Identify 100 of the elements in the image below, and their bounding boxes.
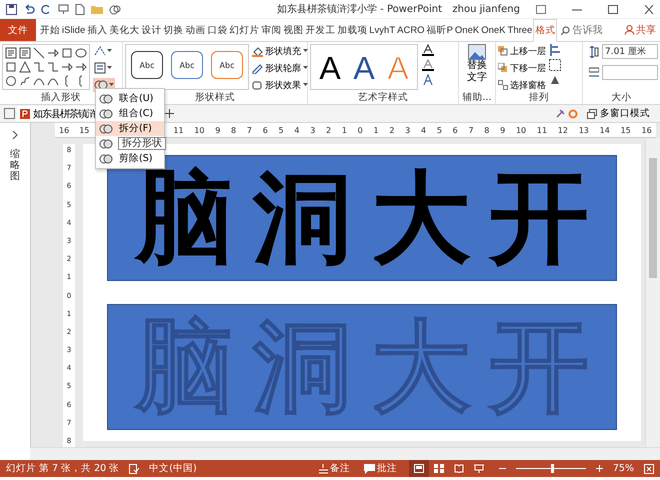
merge-shapes-icon	[99, 138, 113, 150]
menu-item[interactable]: 拆分(F)	[96, 121, 164, 136]
width-icon	[589, 66, 599, 78]
group-label: 插入形状	[41, 92, 81, 104]
edit-points-icon	[94, 45, 106, 57]
ribbon-tab[interactable]: OneK	[480, 19, 507, 41]
ribbon-tab[interactable]: 幻灯片	[228, 19, 260, 41]
triangle-shape-icon	[19, 61, 31, 73]
window-title: 如东县栟茶镇浒澪小学 - PowerPoint	[277, 2, 442, 16]
projector-screen-icon	[474, 464, 484, 473]
maximize-icon	[608, 4, 618, 14]
rotate-icon	[549, 74, 561, 86]
comments-button[interactable]: 批注	[362, 462, 399, 475]
ribbon-tab[interactable]: 审阅	[260, 19, 282, 41]
ribbon-tab[interactable]: 美化大	[108, 19, 140, 41]
shape-style-preset[interactable]: Abc	[131, 51, 163, 79]
group-label: 艺术字样式	[358, 92, 408, 104]
fit-slide-icon	[644, 464, 654, 474]
align-icon	[549, 44, 561, 56]
horizontal-scrollbar[interactable]	[30, 447, 660, 460]
vertical-scrollbar[interactable]	[645, 138, 660, 447]
presentation-icon	[58, 4, 69, 14]
menu-item[interactable]: 组合(C)	[96, 106, 164, 121]
zoom-level[interactable]: 75%	[612, 463, 634, 474]
ribbon-tab[interactable]: 视图	[282, 19, 304, 41]
rectangle-shape-icon	[5, 61, 17, 73]
merge-shapes-icon	[99, 152, 113, 164]
group-label: 形状样式	[195, 92, 235, 104]
book-icon	[454, 464, 464, 473]
slide-counter: 幻灯片 第 7 张，共 20 张	[6, 462, 120, 475]
wordart-preset[interactable]: A	[319, 50, 341, 84]
ribbon-tab[interactable]: 切换	[162, 19, 184, 41]
user-name: zhou jianfeng	[452, 4, 520, 14]
view-button[interactable]	[408, 460, 429, 477]
wordart-preset[interactable]: A	[353, 50, 375, 84]
text-box-button[interactable]	[93, 61, 115, 75]
shape-gallery[interactable]	[2, 44, 90, 90]
shape-style-preset[interactable]: Abc	[211, 51, 243, 79]
merge-shapes-icon	[99, 108, 113, 120]
bring-forward-icon	[498, 46, 508, 56]
width-field[interactable]	[602, 65, 658, 80]
person-icon	[625, 25, 634, 35]
tell-me-field[interactable]: 告诉我	[572, 24, 608, 36]
edit-shape-button[interactable]	[93, 44, 115, 58]
ribbon-tab[interactable]: 格式	[533, 19, 558, 42]
ribbon-tab[interactable]: 加载项	[336, 19, 368, 41]
text-box-icon	[19, 47, 31, 59]
share-button[interactable]: 共享	[621, 19, 660, 41]
paint-bucket-icon	[252, 46, 263, 56]
gear-icon	[568, 108, 578, 118]
ribbon-tab[interactable]: 开始	[39, 19, 61, 41]
alt-text-button[interactable]: 替换文字	[463, 44, 491, 84]
ribbon-tab[interactable]: 动画	[184, 19, 206, 41]
thumbnails-icon	[4, 108, 15, 119]
line-shape-icon	[33, 47, 45, 59]
overlap-shapes-icon	[109, 4, 121, 14]
page-icon	[75, 4, 85, 14]
shape-effects-icon	[252, 80, 263, 90]
text-fill-icon	[421, 44, 435, 56]
plus-icon	[165, 109, 174, 118]
ribbon-tab[interactable]: 插入	[86, 19, 108, 41]
oval-shape-icon	[75, 47, 87, 59]
arrange-command[interactable]: 下移一层	[498, 61, 546, 75]
zoom-thumb[interactable]	[550, 464, 554, 473]
tooltip: 拆分形状	[118, 137, 166, 150]
folder-icon	[91, 4, 103, 14]
ribbon-tab[interactable]: Three	[506, 19, 534, 41]
shape-format-command[interactable]: 形状轮廓	[252, 61, 308, 75]
multi-window-button[interactable]: 多窗口模式	[581, 106, 656, 121]
arrange-command[interactable]: 选择窗格	[498, 78, 546, 92]
thumbnail-pane-label[interactable]: 缩略图	[10, 149, 20, 182]
shape-format-command[interactable]: 形状填充	[252, 44, 308, 58]
height-field[interactable]: 7.01 厘米	[602, 44, 658, 59]
expand-icon	[12, 131, 18, 139]
text-effects-icon	[421, 74, 435, 86]
new-tab-button[interactable]	[163, 109, 176, 118]
normal-view-icon	[414, 464, 424, 473]
caret-icon	[303, 66, 308, 70]
group-icon	[549, 59, 561, 71]
zoom-in-icon	[596, 465, 603, 472]
language-indicator[interactable]: 中文(中国)	[149, 462, 197, 475]
ribbon-tab[interactable]: 福昕P	[426, 19, 454, 41]
merge-shapes-icon	[99, 92, 113, 104]
caret-icon	[303, 83, 308, 87]
file-tab[interactable]: 文件	[0, 19, 36, 41]
ribbon-tab[interactable]: OneK	[454, 19, 480, 41]
ribbon-tab[interactable]: 开发工	[304, 19, 336, 41]
shape-style-preset[interactable]: Abc	[171, 51, 203, 79]
ribbon-tab[interactable]: 口袋	[206, 19, 228, 41]
ribbon-tab[interactable]: 设计	[140, 19, 162, 41]
shape-format-command[interactable]: 形状效果	[252, 78, 308, 92]
arrange-command[interactable]: 上移一层	[498, 44, 546, 58]
notes-button[interactable]: 备注	[316, 462, 352, 475]
slide-sorter-icon	[434, 464, 444, 473]
ribbon-tab[interactable]: ACRO	[396, 19, 426, 41]
menu-item[interactable]: 联合(U)	[96, 91, 164, 106]
ribbon-tab[interactable]: iSlide	[61, 19, 86, 41]
ribbon-tab[interactable]: LvyhT	[368, 19, 396, 41]
caret-icon	[107, 49, 112, 53]
merge-shapes-icon	[99, 122, 113, 134]
